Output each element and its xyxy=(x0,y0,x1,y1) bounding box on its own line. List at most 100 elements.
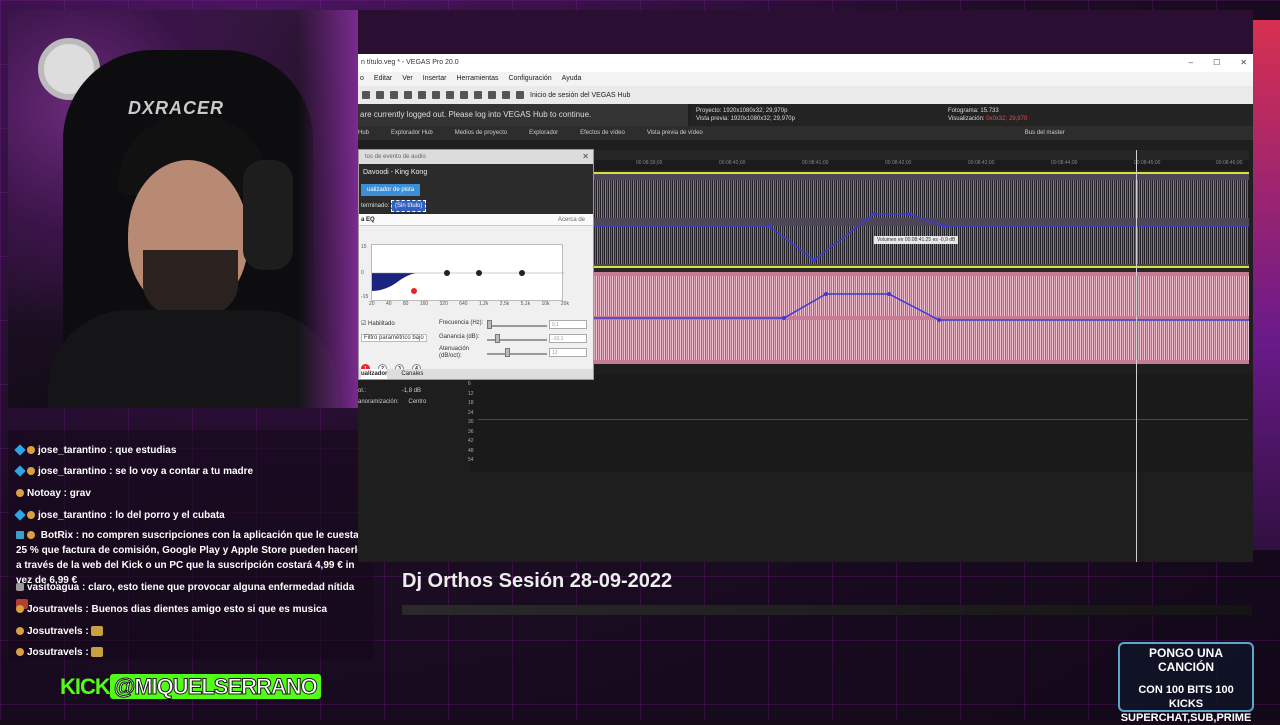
fx-footer-tabs: ualizador Canales xyxy=(359,369,593,379)
chat-message: Josutravels : xyxy=(16,623,368,640)
preset-row: terminado: (Sin título) xyxy=(359,198,593,214)
channel-handle: @MIQUELSERRANO xyxy=(109,674,321,700)
video-title: Dj Orthos Sesión 28-09-2022 xyxy=(402,570,673,592)
eq-curve-graph[interactable] xyxy=(371,244,564,301)
chat-message: jose_tarantino : que estudias xyxy=(14,442,368,459)
menu-bar: o Editar Ver Insertar Herramientas Confi… xyxy=(358,72,1253,86)
chat-message: jose_tarantino : lo del porro y el cubat… xyxy=(14,507,368,524)
hub-message: are currently logged out. Please log int… xyxy=(358,104,688,126)
render-icon[interactable] xyxy=(404,91,412,99)
vegas-window: n título.veg * - VEGAS Pro 20.0 – ☐ ✕ o Ed… xyxy=(358,10,1253,562)
webcam-feed: DXRACER xyxy=(8,10,358,408)
db-meter-scale: 6 12 18 24 30 36 42 48 54 xyxy=(468,381,474,463)
promo-box: PONGO UNA CANCIÓN CON 100 BITS 100 KICKS… xyxy=(1118,642,1254,724)
menu-herramientas[interactable]: Herramientas xyxy=(456,72,498,86)
chat-message: jose_tarantino : se lo voy a contar a tu… xyxy=(14,463,368,480)
gift-icon xyxy=(27,446,35,455)
gift-icon xyxy=(16,489,24,498)
kick-handle-banner: KICK @MIQUELSERRANO xyxy=(60,674,321,700)
maximize-icon[interactable]: ☐ xyxy=(1213,54,1220,72)
menu-configuracion[interactable]: Configuración xyxy=(508,72,551,86)
timeline[interactable]: 00:08:39;00 00:08:40;00 00:08:41;00 00:0… xyxy=(594,150,1249,364)
chat-message: Josutravels : Buenos dias dientes amigo … xyxy=(16,601,368,618)
freq-value[interactable]: 9,1 xyxy=(549,320,587,329)
tab-vista-previa[interactable]: Vista previa de vídeo xyxy=(647,126,703,140)
audio-event-dark[interactable]: Volumen en 00:08:41;25 es -0,9 dB xyxy=(594,172,1249,268)
freq-slider[interactable] xyxy=(487,325,547,327)
save-icon[interactable] xyxy=(390,91,398,99)
settings-icon[interactable] xyxy=(418,91,426,99)
plugin-chain-button[interactable]: ualizador de pista xyxy=(361,184,421,196)
promo-line-3: SUPERCHAT,SUB,PRIME xyxy=(1120,712,1252,724)
atten-slider[interactable] xyxy=(487,353,547,355)
audio-fx-dialog: tos de evento de audio ✕ Davoodi - King … xyxy=(358,149,594,380)
tab-explorador[interactable]: Explorador xyxy=(529,126,558,140)
tab-medios-proyecto[interactable]: Medios de proyecto xyxy=(455,126,507,140)
menu-insertar[interactable]: Insertar xyxy=(423,72,447,86)
video-subbar xyxy=(402,605,1252,615)
freq-slider-thumb[interactable] xyxy=(487,320,492,329)
badge-icon xyxy=(14,509,26,522)
volume-envelope[interactable] xyxy=(594,272,1249,364)
gain-slider-thumb[interactable] xyxy=(495,334,500,343)
video-preview-info: Proyecto: 1920x1080x32; 29,970p Vista pre… xyxy=(690,104,1253,126)
envelope-line xyxy=(478,419,1248,420)
tab-equalizer[interactable]: ualizador xyxy=(361,369,388,379)
ring-light-glow xyxy=(298,10,358,408)
gift-icon xyxy=(16,583,24,592)
about-button[interactable]: Acerca de xyxy=(558,214,585,226)
tab-bus-master[interactable]: Bus del master xyxy=(1025,126,1065,140)
gift-icon xyxy=(16,648,24,657)
streamer-body xyxy=(48,310,338,408)
gain-label: Ganancia (dB): xyxy=(439,334,480,340)
volume-envelope[interactable] xyxy=(594,174,1249,270)
badge-icon xyxy=(14,444,26,457)
playhead-cursor[interactable] xyxy=(1136,150,1137,562)
open-icon[interactable] xyxy=(376,91,384,99)
time-ruler[interactable]: 00:08:39;00 00:08:40;00 00:08:41;00 00:0… xyxy=(594,160,1249,170)
copy-icon[interactable] xyxy=(446,91,454,99)
headset xyxy=(243,160,293,270)
filter-type-select[interactable]: Filtro paramétrico bajo xyxy=(361,334,427,342)
menu-ayuda[interactable]: Ayuda xyxy=(562,72,582,86)
delete-icon[interactable] xyxy=(474,91,482,99)
promo-line-1: PONGO UNA CANCIÓN xyxy=(1148,646,1223,674)
hub-icon[interactable] xyxy=(516,91,524,99)
tab-channels[interactable]: Canales xyxy=(401,369,423,379)
close-icon[interactable]: ✕ xyxy=(582,152,589,161)
tab-explorador-hub[interactable]: Explorador Hub xyxy=(391,126,433,140)
atten-slider-thumb[interactable] xyxy=(505,348,510,357)
undo-icon[interactable] xyxy=(488,91,496,99)
tab-efectos-video[interactable]: Efectos de vídeo xyxy=(580,126,625,140)
gain-value[interactable]: -10,1 xyxy=(549,334,587,343)
paste-icon[interactable] xyxy=(460,91,468,99)
eq-header: a EQ Acerca de xyxy=(359,214,593,226)
gift-icon xyxy=(27,511,35,520)
eq-frequency-axis: 20 40 80 160 320 640 1,2k 2,5k 5,1k 10k 20k xyxy=(369,301,569,307)
atten-value[interactable]: 12 xyxy=(549,348,587,357)
verified-icon xyxy=(27,531,35,540)
menu-ver[interactable]: Ver xyxy=(402,72,413,86)
hub-login-link[interactable]: Inicio de sesión del VEGAS Hub xyxy=(530,92,630,99)
gift-icon xyxy=(16,605,24,614)
menu-archivo[interactable]: o xyxy=(360,72,364,86)
atten-label: Atenuación (dB/oct): xyxy=(439,346,470,359)
overlay-side-glow xyxy=(1253,20,1280,550)
close-icon[interactable]: ✕ xyxy=(1240,54,1247,72)
new-icon[interactable] xyxy=(362,91,370,99)
menu-editar[interactable]: Editar xyxy=(374,72,392,86)
redo-icon[interactable] xyxy=(502,91,510,99)
minimize-icon[interactable]: – xyxy=(1189,54,1193,72)
audio-event-pink[interactable] xyxy=(594,272,1249,364)
fx-dialog-title: tos de evento de audio xyxy=(359,150,593,164)
cut-icon[interactable] xyxy=(432,91,440,99)
enabled-checkbox[interactable]: ☑ Habilitado xyxy=(361,320,395,327)
tab-hub[interactable]: Hub xyxy=(358,126,369,140)
preset-select[interactable]: (Sin título) xyxy=(391,200,427,212)
window-title: n título.veg * - VEGAS Pro 20.0 xyxy=(361,59,459,66)
kick-logo: KICK xyxy=(60,674,111,699)
emote-icon xyxy=(91,626,104,637)
freq-label: Frecuencia (Hz): xyxy=(439,320,484,326)
track-mixer: ol.: -1,8 dB anoramización: Centro xyxy=(358,388,427,405)
window-titlebar: n título.veg * - VEGAS Pro 20.0 – ☐ ✕ xyxy=(358,54,1253,72)
